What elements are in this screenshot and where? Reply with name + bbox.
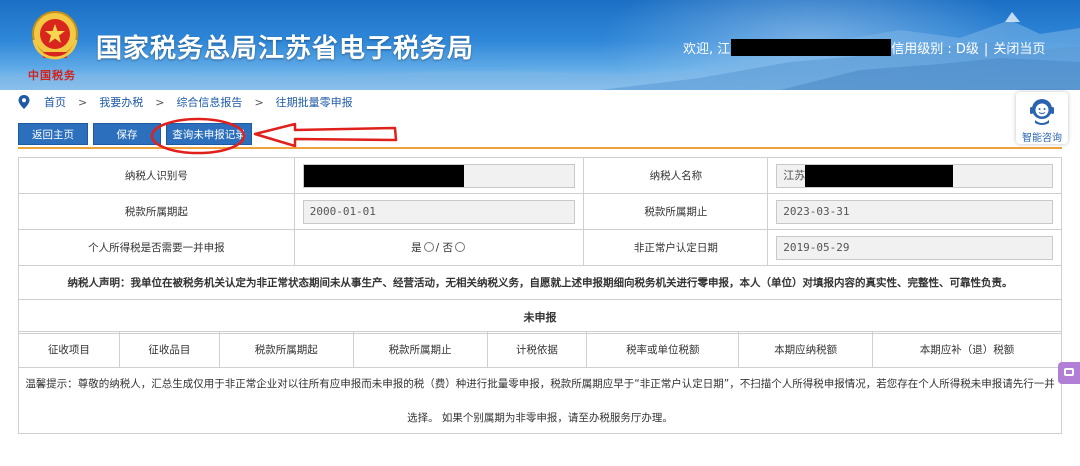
- breadcrumb-info-report[interactable]: 综合信息报告: [176, 94, 242, 110]
- period-start-label: 税款所属期起: [18, 193, 295, 230]
- user-info: 欢迎, 江苏 信用级别 : D级 | 关闭当页: [683, 38, 1045, 57]
- iit-radio-group: 是 / 否: [293, 229, 585, 266]
- breadcrumb-arrow: >: [254, 95, 264, 109]
- unfiled-records-table: 征收项目 征收品目 税款所属期起 税款所属期止 计税依据 税率或单位税额 本期应…: [18, 331, 1062, 368]
- chat-icon: [1064, 368, 1074, 376]
- taxpayer-info-table: 纳税人识别号 纳税人名称 江苏 税款所属期起 2000-01-01 税款所属期止…: [18, 157, 1062, 334]
- taxpayer-id-label: 纳税人识别号: [18, 157, 295, 194]
- smart-consult-button[interactable]: 智能咨询: [1016, 92, 1068, 144]
- redaction-box: [303, 164, 464, 187]
- col-levy-category: 征收品目: [118, 331, 220, 368]
- warm-tip: 温馨提示：尊敬的纳税人，汇总生成仅用于非正常企业对以往所有应申报而未申报的税（费…: [18, 367, 1062, 434]
- taxpayer-name-cell: 江苏: [767, 157, 1062, 194]
- iit-declare-label: 个人所得税是否需要一并申报: [18, 229, 295, 266]
- period-end-cell: 2023-03-31: [767, 193, 1062, 230]
- abnormal-date-label: 非正常户认定日期: [583, 229, 769, 266]
- table-row: 个人所得税是否需要一并申报 是 / 否 非正常户认定日期 2019-05-29: [18, 229, 1062, 266]
- customer-service-icon: [1030, 99, 1054, 125]
- iit-no-label: / 否: [435, 242, 454, 254]
- taxpayer-id-cell: [293, 157, 585, 194]
- emblem-caption: 中国税务: [28, 69, 76, 82]
- breadcrumb: 首页 > 我要办税 > 综合信息报告 > 往期批量零申报: [18, 93, 353, 111]
- taxpayer-name-value: 江苏: [783, 168, 806, 182]
- table-row: 纳税人识别号 纳税人名称 江苏: [18, 157, 1062, 194]
- breadcrumb-current[interactable]: 往期批量零申报: [276, 94, 353, 110]
- taxpayer-id-field: [302, 163, 576, 188]
- taxpayer-name-field: 江苏: [776, 163, 1053, 188]
- unfiled-section-title: 未申报: [18, 299, 1062, 334]
- taxpayer-statement: 纳税人声明：我单位在被税务机关认定为非正常状态期间未从事生产、经营活动，无相关纳…: [18, 265, 1062, 300]
- table-row: 未申报: [18, 299, 1062, 334]
- toolbar: 返回主页 保存 查询未申报记录: [18, 123, 252, 145]
- table-row: 税款所属期起 2000-01-01 税款所属期止 2023-03-31: [18, 193, 1062, 230]
- credit-level: 信用级别 : D级: [891, 42, 979, 57]
- toolbar-divider: [18, 147, 1062, 149]
- tip-line-1: 温馨提示：尊敬的纳税人，汇总生成仅用于非正常企业对以往所有应申报而未申报的税（费…: [25, 378, 1055, 390]
- col-tax-rate: 税率或单位税额: [586, 331, 740, 368]
- breadcrumb-tax-handling[interactable]: 我要办税: [99, 94, 143, 110]
- period-start-field: 2000-01-01: [302, 199, 576, 224]
- col-period-end: 税款所属期止: [352, 331, 488, 368]
- save-button[interactable]: 保存: [93, 123, 161, 145]
- table-header-row: 征收项目 征收品目 税款所属期起 税款所属期止 计税依据 税率或单位税额 本期应…: [18, 331, 1062, 368]
- iit-yes-label: 是: [411, 242, 422, 254]
- abnormal-date-field: 2019-05-29: [776, 235, 1053, 260]
- col-tax-payable: 本期应纳税额: [738, 331, 874, 368]
- abnormal-date-cell: 2019-05-29: [767, 229, 1062, 266]
- tax-emblem-logo: [32, 11, 78, 60]
- breadcrumb-arrow: >: [155, 95, 165, 109]
- separator: |: [983, 42, 989, 57]
- period-end-field: 2023-03-31: [776, 199, 1053, 224]
- site-title: 国家税务总局江苏省电子税务局: [96, 34, 475, 64]
- side-chat-tab[interactable]: [1058, 362, 1080, 384]
- tip-line-2: 选择。 如果个别属期为非零申报，请至办税服务厅办理。: [407, 412, 673, 424]
- table-row: 纳税人声明：我单位在被税务机关认定为非正常状态期间未从事生产、经营活动，无相关纳…: [18, 265, 1062, 300]
- breadcrumb-arrow: >: [78, 95, 88, 109]
- period-end-label: 税款所属期止: [583, 193, 769, 230]
- header-banner: 中国税务 国家税务总局江苏省电子税务局 欢迎, 江苏 信用级别 : D级 | 关闭当页: [0, 0, 1080, 90]
- breadcrumb-home[interactable]: 首页: [44, 94, 66, 110]
- taxpayer-name-label: 纳税人名称: [583, 157, 769, 194]
- consult-label: 智能咨询: [1022, 133, 1062, 144]
- redaction-box: [805, 164, 954, 187]
- col-tax-refund: 本期应补（退）税额: [872, 331, 1062, 368]
- redacted-username: [731, 39, 892, 56]
- iit-yes-radio[interactable]: [423, 242, 434, 252]
- col-levy-item: 征收项目: [18, 331, 120, 368]
- col-period-start: 税款所属期起: [218, 331, 354, 368]
- col-tax-basis: 计税依据: [486, 331, 588, 368]
- back-home-button[interactable]: 返回主页: [18, 123, 88, 145]
- iit-no-radio[interactable]: [455, 242, 466, 252]
- query-unfiled-records-button[interactable]: 查询未申报记录: [166, 123, 252, 145]
- close-page-link[interactable]: 关闭当页: [993, 42, 1045, 57]
- period-start-cell: 2000-01-01: [293, 193, 585, 230]
- location-pin-icon: [18, 95, 30, 109]
